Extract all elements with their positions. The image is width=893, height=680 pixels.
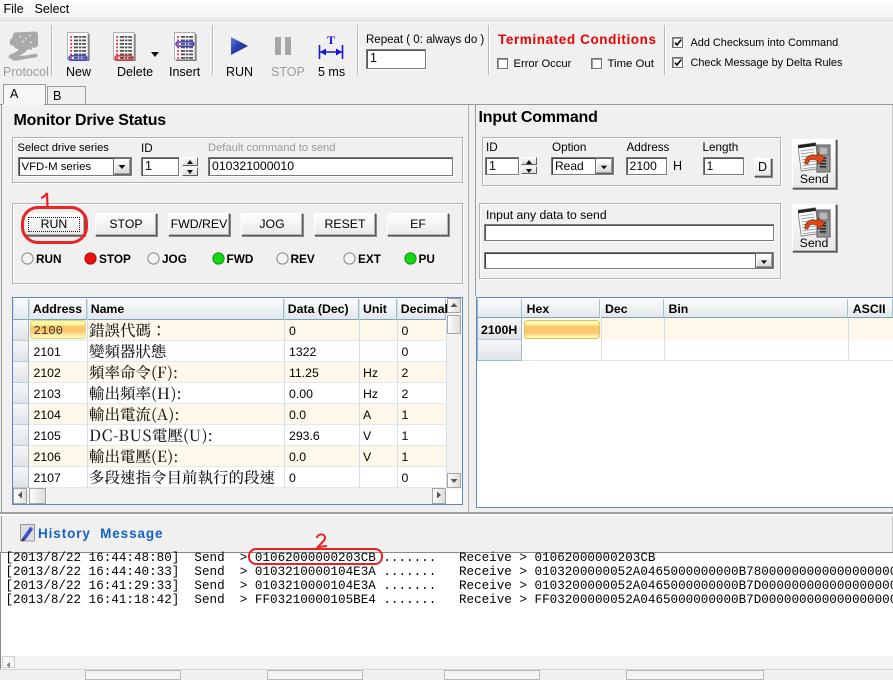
svg-text:T: T xyxy=(327,34,335,47)
